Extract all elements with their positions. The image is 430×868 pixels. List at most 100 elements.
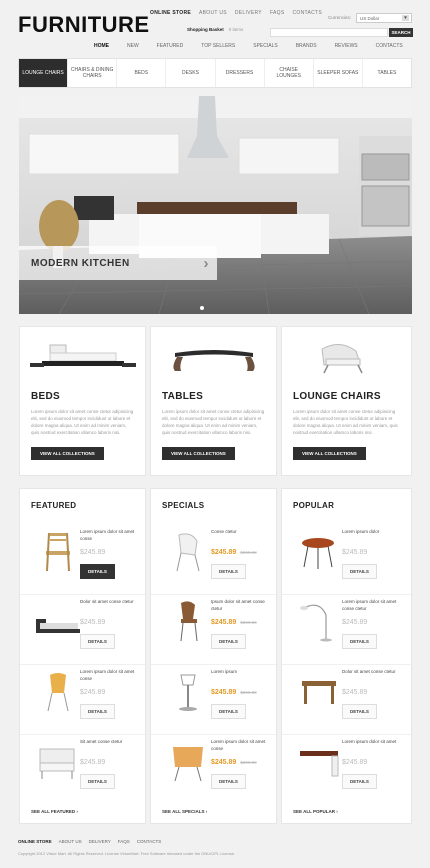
- bed-image: [20, 327, 145, 385]
- details-button[interactable]: DETAILS: [342, 634, 377, 649]
- details-button[interactable]: DETAILS: [211, 634, 246, 649]
- footer-links: ONLINE STORE ABOUT US DELIVERY FAQS CONT…: [18, 839, 161, 844]
- popular-title: POPULAR: [293, 501, 335, 510]
- hero-caption[interactable]: MODERN KITCHEN ›: [19, 246, 217, 280]
- product-name[interactable]: Conse ctetur: [211, 529, 269, 536]
- hero-caption-text: MODERN KITCHEN: [31, 258, 130, 269]
- chevron-right-icon[interactable]: ›: [204, 255, 210, 272]
- table-thumbnail[interactable]: [292, 667, 346, 719]
- lamp-thumbnail[interactable]: [292, 597, 346, 649]
- search-input[interactable]: [270, 28, 388, 37]
- category-chaise-lounges[interactable]: CHAISE LOUNGES: [265, 59, 314, 87]
- shopping-basket[interactable]: Shopping Basket 0 items: [187, 27, 243, 32]
- view-all-collections-button[interactable]: VIEW ALL COLLECTIONS: [293, 447, 366, 460]
- footer-link-faqs[interactable]: FAQS: [118, 839, 130, 844]
- footer-link-about-us[interactable]: ABOUT US: [59, 839, 82, 844]
- see-all-specials-link[interactable]: SEE ALL SPECIALS ›: [162, 809, 207, 814]
- chair-thumbnail[interactable]: [30, 527, 84, 579]
- nav-home[interactable]: HOME: [85, 43, 118, 49]
- price-current: $245.89: [211, 759, 237, 766]
- footer-link-contacts[interactable]: CONTACTS: [137, 839, 161, 844]
- top-link-delivery[interactable]: DELIVERY: [235, 10, 262, 16]
- top-link-contacts[interactable]: CONTACTS: [292, 10, 322, 16]
- armchair-thumbnail[interactable]: [161, 737, 215, 789]
- see-all-featured-link[interactable]: SEE ALL FEATURED ›: [31, 809, 78, 814]
- armchair-thumbnail[interactable]: [30, 737, 84, 789]
- search-button[interactable]: SEARCH: [389, 28, 413, 37]
- product-name[interactable]: Lorem ipsum: [211, 669, 269, 676]
- price-old: $369.58: [240, 690, 257, 695]
- product-name[interactable]: Lorem ipsum dolor sit amet conse: [211, 739, 269, 752]
- list-item: Sit amet conse ctetur $245.89 DETAILS: [20, 735, 145, 805]
- product-name[interactable]: Lorem ipsum dolor sit amet: [342, 739, 400, 746]
- product-name[interactable]: Lorem ipsum dolor: [342, 529, 400, 536]
- product-price: $245.89 $369.58: [211, 549, 257, 556]
- product-name[interactable]: Ipsum dolor sit amet conse ctetur: [211, 599, 269, 612]
- footer-link-online-store[interactable]: ONLINE STORE: [18, 839, 52, 844]
- collection-tables: TABLES Lorem ipsum dolor sit amet conse …: [150, 326, 277, 476]
- product-name[interactable]: Lorem ipsum dolor sit amet conse: [80, 529, 138, 542]
- view-all-collections-button[interactable]: VIEW ALL COLLECTIONS: [162, 447, 235, 460]
- bed-thumbnail[interactable]: [30, 597, 84, 649]
- nav-reviews[interactable]: REVIEWS: [326, 43, 367, 49]
- basket-count: 0 items: [228, 27, 244, 32]
- list-item: Ipsum dolor sit amet conse ctetur $245.8…: [151, 595, 276, 665]
- details-button[interactable]: DETAILS: [342, 704, 377, 719]
- top-link-online-store[interactable]: ONLINE STORE: [150, 10, 191, 16]
- see-all-popular-link[interactable]: SEE ALL POPULAR ›: [293, 809, 338, 814]
- category-dressers[interactable]: DRESSERS: [216, 59, 265, 87]
- price-current: $245.89: [211, 689, 237, 696]
- category-beds[interactable]: BEDS: [117, 59, 167, 87]
- currency-value: US Dollar: [360, 16, 380, 21]
- product-name[interactable]: Lorem ipsum dolor sit amet conse: [80, 669, 138, 682]
- product-name[interactable]: Dolor sit amet conse ctetur: [80, 599, 138, 606]
- details-button[interactable]: DETAILS: [80, 564, 115, 579]
- currency-select[interactable]: US Dollar ▾: [356, 13, 412, 23]
- hero-slider[interactable]: [19, 96, 412, 314]
- details-button[interactable]: DETAILS: [211, 704, 246, 719]
- list-item: Lorem ipsum dolor sit amet conse $245.89…: [20, 665, 145, 735]
- view-all-collections-button[interactable]: VIEW ALL COLLECTIONS: [31, 447, 104, 460]
- details-button[interactable]: DETAILS: [342, 564, 377, 579]
- list-item: Lorem ipsum dolor $245.89 DETAILS: [282, 525, 411, 595]
- details-button[interactable]: DETAILS: [80, 774, 115, 789]
- chair-thumbnail[interactable]: [161, 597, 215, 649]
- product-price: $245.89 $369.58: [211, 689, 257, 696]
- stool-thumbnail[interactable]: [161, 667, 215, 719]
- logo[interactable]: FURNITURE: [18, 12, 150, 38]
- details-button[interactable]: DETAILS: [80, 634, 115, 649]
- product-name[interactable]: Sit amet conse ctetur: [80, 739, 138, 746]
- category-desks[interactable]: DESKS: [166, 59, 216, 87]
- product-price: $245.89: [80, 759, 106, 766]
- nav-specials[interactable]: SPECIALS: [244, 43, 286, 49]
- details-button[interactable]: DETAILS: [211, 564, 246, 579]
- price-old: $369.58: [240, 760, 257, 765]
- nav-new[interactable]: NEW: [118, 43, 148, 49]
- footer-link-delivery[interactable]: DELIVERY: [89, 839, 111, 844]
- table-thumbnail[interactable]: [292, 527, 346, 579]
- collection-text: Lorem ipsum dolor sit amet conse ctetur …: [162, 409, 265, 435]
- nav-brands[interactable]: BRANDS: [287, 43, 326, 49]
- details-button[interactable]: DETAILS: [211, 774, 246, 789]
- category-sleeper-sofas[interactable]: SLEEPER SOFAS: [314, 59, 363, 87]
- nav-featured[interactable]: FEATURED: [148, 43, 193, 49]
- details-button[interactable]: DETAILS: [342, 774, 377, 789]
- product-price: $245.89: [80, 549, 106, 556]
- product-name[interactable]: Dolor sit amet conse ctetur: [342, 669, 400, 676]
- category-lounge-chairs[interactable]: LOUNGE CHAIRS: [19, 59, 69, 87]
- price-current: $245.89: [211, 619, 237, 626]
- table-image: [151, 327, 276, 385]
- product-name[interactable]: Lorem ipsum dolor sit amet conse ctetur: [342, 599, 400, 612]
- desk-thumbnail[interactable]: [292, 737, 346, 789]
- chair-thumbnail[interactable]: [161, 527, 215, 579]
- collection-title: TABLES: [162, 391, 204, 402]
- category-chairs-dining[interactable]: CHAIRS & DINING CHAIRS: [68, 59, 118, 87]
- nav-contacts[interactable]: CONTACTS: [367, 43, 412, 49]
- category-tables[interactable]: TABLES: [363, 59, 411, 87]
- currencies-label: Currencies:: [328, 15, 352, 20]
- top-link-about-us[interactable]: ABOUT US: [199, 10, 227, 16]
- chair-thumbnail[interactable]: [30, 667, 84, 719]
- nav-top-sellers[interactable]: TOP SELLERS: [192, 43, 244, 49]
- top-link-faqs[interactable]: FAQS: [270, 10, 285, 16]
- details-button[interactable]: DETAILS: [80, 704, 115, 719]
